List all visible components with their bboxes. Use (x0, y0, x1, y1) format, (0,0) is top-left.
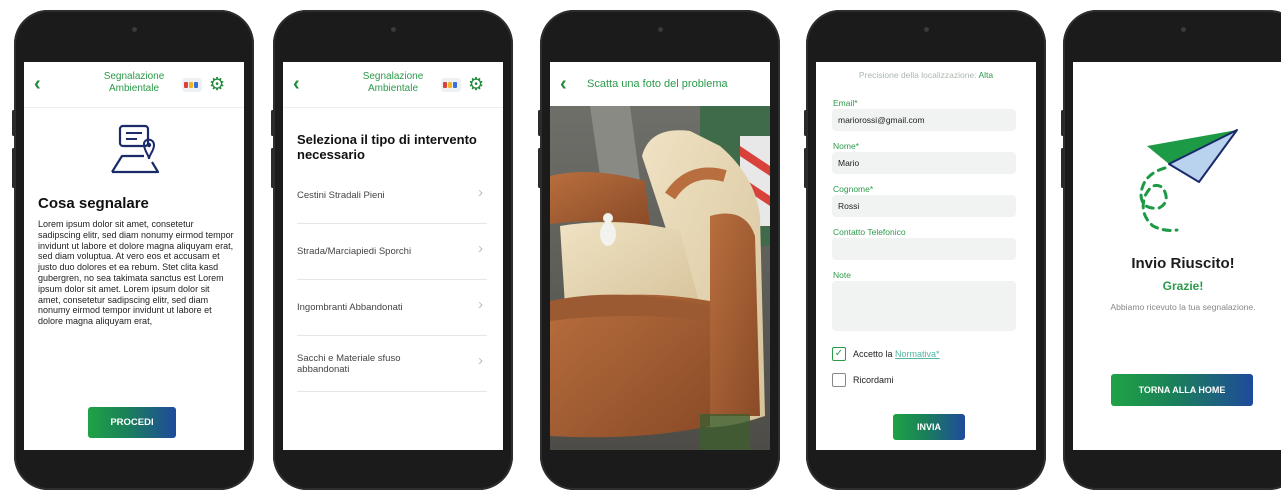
camera-sensor (391, 27, 396, 32)
photo-screen: ‹ Scatta una foto del problema (550, 62, 770, 450)
volume-button (271, 110, 274, 136)
camera-sensor (658, 27, 663, 32)
option-cestini[interactable]: Cestini Stradali Pieni › (297, 168, 487, 224)
procedi-button[interactable]: PROCEDI (88, 407, 176, 438)
invia-button[interactable]: INVIA (893, 414, 965, 440)
volume-button (12, 148, 15, 188)
volume-button (12, 110, 15, 136)
header-title-line1: Segnalazione (362, 71, 424, 82)
app-header: ‹ Segnalazione Ambientale ⚙ (24, 62, 244, 108)
gear-icon[interactable]: ⚙ (209, 75, 225, 93)
photo-title: Scatta una foto del problema (587, 78, 728, 90)
phone-success: Invio Riuscito! Grazie! Abbiamo ricevuto… (1061, 10, 1281, 490)
app-header: ‹ Segnalazione Ambientale ⚙ (283, 62, 503, 108)
success-subtitle: Grazie! (1162, 279, 1204, 293)
nome-field[interactable]: Mario (832, 152, 1016, 174)
accept-label: Accetto la Normativa* (853, 349, 940, 359)
volume-button (271, 148, 274, 188)
checkbox-check-icon: ✓ (834, 348, 844, 359)
volume-button (1061, 110, 1064, 136)
chevron-right-icon: › (478, 239, 483, 257)
phone-type-select: ‹ Segnalazione Ambientale ⚙ Seleziona il… (271, 10, 513, 490)
success-title: Invio Riuscito! (1131, 255, 1235, 272)
section-title: Cosa segnalare (38, 195, 149, 212)
telefono-field[interactable] (832, 238, 1016, 260)
chevron-right-icon: › (478, 351, 483, 369)
option-strada[interactable]: Strada/Marciapiedi Sporchi › (297, 224, 487, 280)
precision-label: Precisione della localizzazione: (858, 70, 977, 80)
remember-checkbox[interactable] (832, 373, 846, 387)
phone-form: Precisione della localizzazione: Alta Em… (804, 10, 1046, 490)
volume-button (804, 110, 807, 136)
header-title: Segnalazione Ambientale (84, 71, 184, 95)
paper-plane-icon (1139, 129, 1238, 232)
accept-text: Accetto la (853, 349, 893, 359)
telefono-label: Contatto Telefonico (833, 227, 906, 237)
remember-label: Ricordami (853, 375, 894, 385)
municipality-logo (182, 78, 202, 92)
back-chevron-icon[interactable]: ‹ (560, 74, 567, 94)
header-title: Segnalazione Ambientale (343, 71, 443, 95)
header-title-line2: Ambientale (367, 83, 419, 94)
email-field[interactable]: mariorossi@gmail.com (832, 109, 1016, 131)
select-heading: Seleziona il tipo di intervento necessar… (297, 132, 477, 162)
location-precision: Precisione della localizzazione: Alta (816, 70, 1036, 80)
normativa-link[interactable]: Normativa* (895, 349, 940, 359)
back-chevron-icon[interactable]: ‹ (293, 74, 300, 94)
chevron-right-icon: › (478, 295, 483, 313)
abandoned-sofa-photo[interactable] (550, 106, 770, 450)
note-field[interactable] (832, 281, 1016, 331)
report-info-icon (111, 124, 160, 174)
home-button[interactable]: TORNA ALLA HOME (1111, 374, 1253, 406)
note-label: Note (833, 270, 851, 280)
type-select-screen: ‹ Segnalazione Ambientale ⚙ Seleziona il… (283, 62, 503, 450)
accept-checkbox[interactable]: ✓ (832, 347, 846, 361)
option-label: Ingombranti Abbandonati (297, 302, 403, 313)
phone-photo: ‹ Scatta una foto del problema (538, 10, 780, 490)
volume-button (538, 110, 541, 136)
option-sacchi[interactable]: Sacchi e Materiale sfuso abbandonati › (297, 336, 487, 392)
gear-icon[interactable]: ⚙ (468, 75, 484, 93)
info-screen: ‹ Segnalazione Ambientale ⚙ Cosa segnala… (24, 62, 244, 450)
option-label: Cestini Stradali Pieni (297, 190, 385, 201)
cognome-field[interactable]: Rossi (832, 195, 1016, 217)
camera-sensor (1181, 27, 1186, 32)
precision-value: Alta (978, 70, 994, 80)
back-chevron-icon[interactable]: ‹ (34, 74, 41, 94)
header-title-line2: Ambientale (108, 83, 160, 94)
option-ingombranti[interactable]: Ingombranti Abbandonati › (297, 280, 487, 336)
email-label: Email* (833, 98, 858, 108)
volume-button (538, 148, 541, 188)
option-label: Strada/Marciapiedi Sporchi (297, 246, 412, 257)
success-screen: Invio Riuscito! Grazie! Abbiamo ricevuto… (1073, 62, 1281, 450)
volume-button (1061, 148, 1064, 188)
camera-sensor (132, 27, 137, 32)
camera-sensor (924, 27, 929, 32)
chevron-right-icon: › (478, 183, 483, 201)
volume-button (804, 148, 807, 188)
cognome-label: Cognome* (833, 184, 874, 194)
option-label: Sacchi e Materiale sfuso abbandonati (297, 352, 401, 375)
form-screen: Precisione della localizzazione: Alta Em… (816, 62, 1036, 450)
success-text: Abbiamo ricevuto la tua segnalazione. (1110, 302, 1256, 312)
section-body: Lorem ipsum dolor sit amet, consetetur s… (38, 219, 234, 327)
photo-header: ‹ Scatta una foto del problema (550, 62, 770, 106)
header-title-line1: Segnalazione (103, 71, 165, 82)
phone-info: ‹ Segnalazione Ambientale ⚙ Cosa segnala… (12, 10, 254, 490)
municipality-logo (441, 78, 461, 92)
nome-label: Nome* (833, 141, 859, 151)
